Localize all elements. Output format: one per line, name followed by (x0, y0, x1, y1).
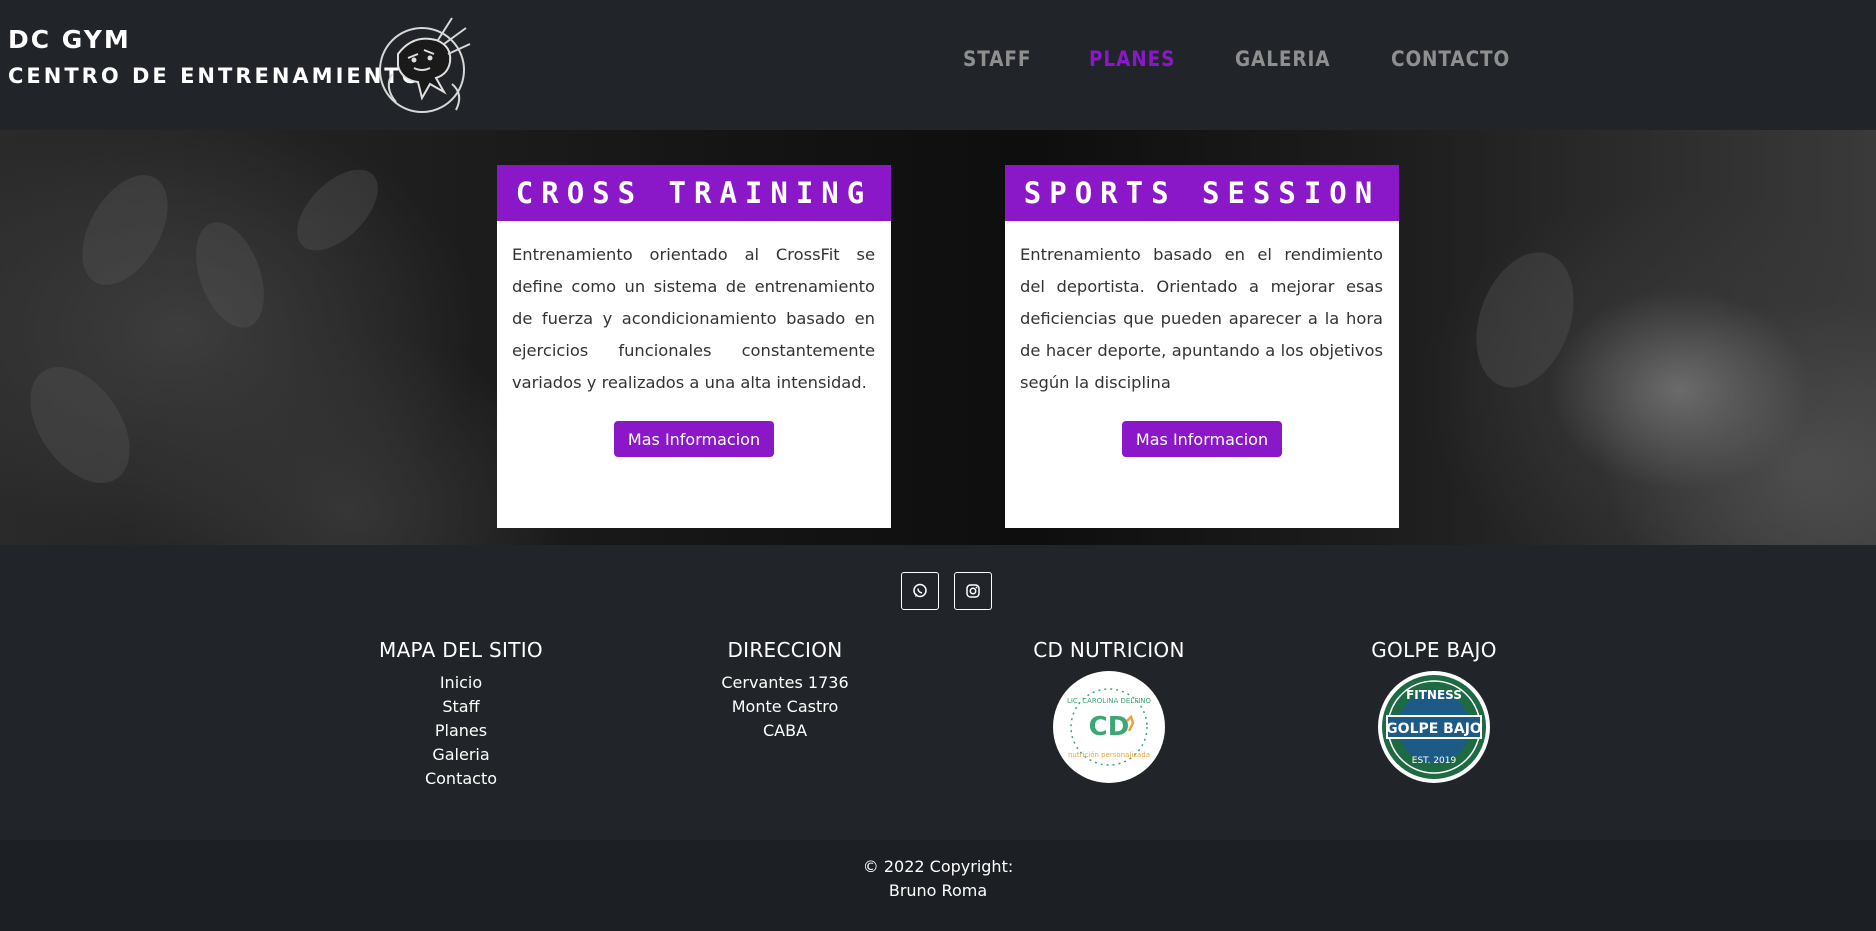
copyright-author[interactable]: Bruno Roma (0, 879, 1876, 903)
mas-informacion-button[interactable]: Mas Informacion (614, 421, 774, 457)
background-leaf (182, 213, 278, 337)
card-header: CROSS TRAINING (497, 165, 891, 221)
background-leaf (282, 155, 393, 265)
cd-nutricion-logo-mark: CD LIC. CAROLINA DELFINO nutrición perso… (1067, 688, 1152, 766)
card-description: Entrenamiento orientado al CrossFit se d… (512, 245, 875, 392)
footer-link-inicio[interactable]: Inicio (331, 671, 591, 695)
brand[interactable]: DC GYM CENTRO DE ENTRENAMIENTO (8, 22, 422, 94)
brand-tagline: CENTRO DE ENTRENAMIENTO (8, 64, 423, 88)
plan-card-cross-training: CROSS TRAINING Entrenamiento orientado a… (497, 165, 891, 528)
footer-sitemap-title: MAPA DEL SITIO (379, 638, 543, 662)
address-street: Cervantes 1736 (721, 673, 849, 692)
dragon-logo[interactable] (378, 14, 472, 118)
address-city: CABA (762, 721, 808, 740)
footer-link-galeria[interactable]: Galeria (331, 743, 591, 767)
mas-informacion-button[interactable]: Mas Informacion (1122, 421, 1282, 457)
nav-staff[interactable]: STAFF (963, 47, 1031, 71)
background-leaf (1458, 238, 1592, 402)
footer-sitemap: MAPA DEL SITIO Inicio Staff Planes Galer… (331, 638, 591, 791)
nav-galeria[interactable]: GALERIA (1235, 47, 1330, 71)
cd-logo-letters: CD (1089, 712, 1130, 742)
golpe-logo-top: FITNESS (1406, 688, 1462, 702)
footer-nutrition-title: CD NUTRICION (1033, 638, 1185, 662)
card-header: SPORTS SESSION (1005, 165, 1399, 221)
site-footer: MAPA DEL SITIO Inicio Staff Planes Galer… (0, 545, 1876, 840)
footer-link-contacto[interactable]: Contacto (331, 767, 591, 791)
nav-contacto[interactable]: CONTACTO (1391, 47, 1510, 71)
plans-section: CROSS TRAINING Entrenamiento orientado a… (0, 130, 1876, 545)
brand-name: DC GYM (8, 25, 131, 54)
instagram-icon (966, 584, 980, 598)
plan-card-sports-session: SPORTS SESSION Entrenamiento basado en e… (1005, 165, 1399, 528)
cd-logo-top-text: LIC. CAROLINA DELFINO (1067, 697, 1152, 705)
address-neighborhood: Monte Castro (731, 697, 839, 716)
golpe-logo-name: GOLPE BAJO (1386, 721, 1482, 737)
copyright-bar: © 2022 Copyright: Bruno Roma (0, 840, 1876, 931)
card-title: CROSS TRAINING (515, 176, 873, 210)
main-nav: STAFF PLANES GALERIA CONTACTO (963, 47, 1575, 71)
background-leaf (64, 160, 186, 300)
copyright-text: © 2022 Copyright: (862, 857, 1014, 876)
cd-nutricion-logo[interactable]: CD LIC. CAROLINA DELFINO nutrición perso… (1053, 671, 1165, 783)
golpe-logo-bottom: EST. 2019 (1412, 756, 1457, 766)
whatsapp-button[interactable] (901, 572, 939, 610)
background-leaf (9, 348, 151, 502)
card-description: Entrenamiento basado en el rendimiento d… (1020, 245, 1383, 392)
footer-address: DIRECCION Cervantes 1736 Monte Castro CA… (655, 638, 915, 743)
footer-link-planes[interactable]: Planes (331, 719, 591, 743)
instagram-button[interactable] (954, 572, 992, 610)
cd-logo-bottom-text: nutrición personalizada (1068, 751, 1150, 759)
site-header: DC GYM CENTRO DE ENTRENAMIENTO STAFF PLA… (0, 0, 1876, 130)
golpe-bajo-logo-mark: GOLPE BAJO FITNESS EST. 2019 (1382, 675, 1486, 779)
card-title: SPORTS SESSION (1023, 176, 1381, 210)
nav-planes[interactable]: PLANES (1089, 47, 1175, 71)
whatsapp-icon (913, 583, 927, 598)
footer-golpe-bajo: GOLPE BAJO GOLPE BAJO FITNESS EST. 2019 (1304, 638, 1564, 783)
footer-golpe-title: GOLPE BAJO (1371, 638, 1497, 662)
footer-address-title: DIRECCION (727, 638, 843, 662)
footer-cd-nutricion: CD NUTRICION CD LIC. CAROLINA DELFINO nu… (979, 638, 1239, 783)
footer-link-staff[interactable]: Staff (331, 695, 591, 719)
golpe-bajo-logo[interactable]: GOLPE BAJO FITNESS EST. 2019 (1378, 671, 1490, 783)
